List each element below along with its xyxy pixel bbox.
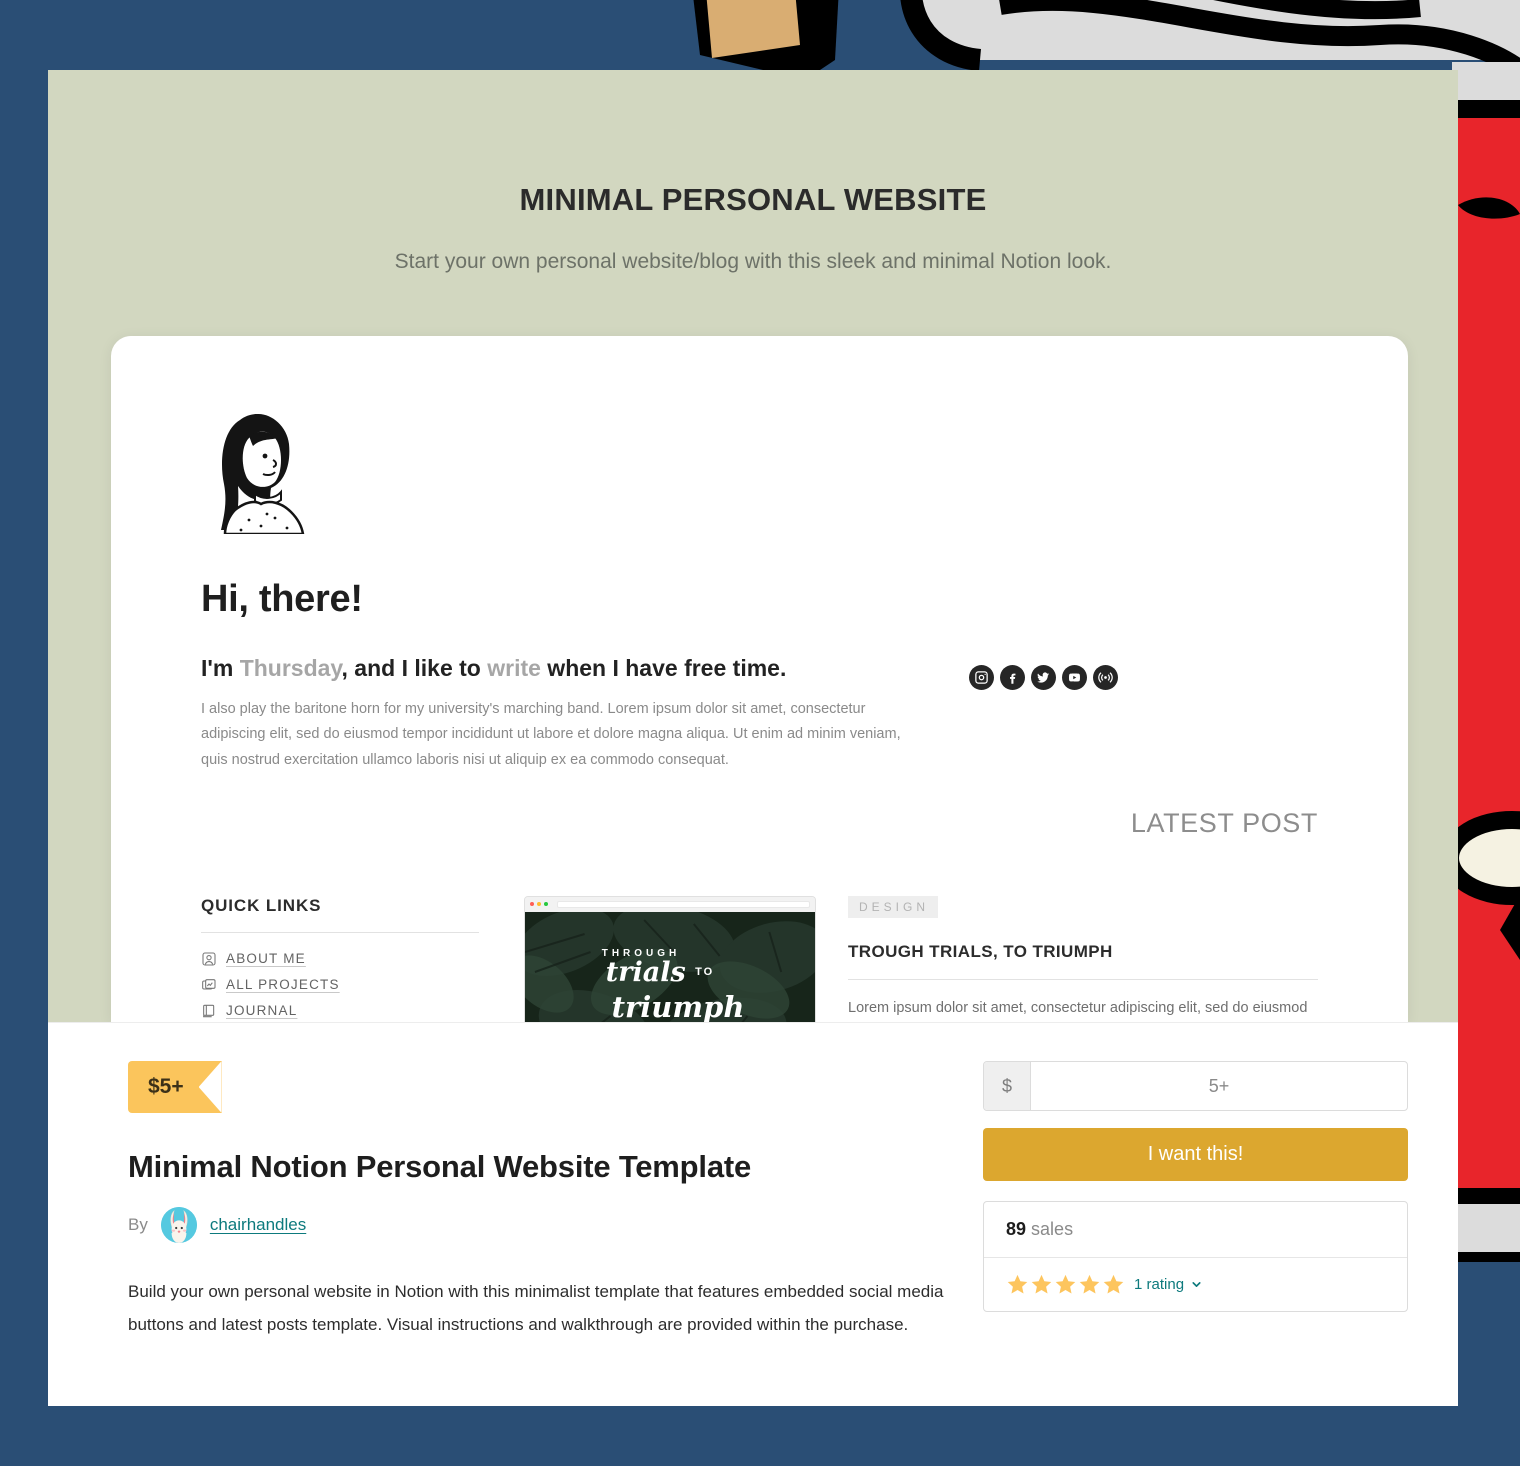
product-details: $5+ Minimal Notion Personal Website Temp…: [78, 1061, 953, 1406]
rating-count-label: 1 rating: [1134, 1276, 1185, 1293]
star-icon: [1055, 1274, 1076, 1294]
quick-links-section: QUICK LINKS ABOUT ME ALL PROJECTS JOURNA…: [201, 896, 479, 1022]
post-thumbnail[interactable]: THROUGH trials TO triumph: [524, 895, 816, 1022]
youtube-icon[interactable]: [1062, 665, 1087, 690]
person-photo-icon: [202, 952, 216, 966]
sales-count: 89: [1006, 1219, 1027, 1239]
quick-link-about-me[interactable]: ABOUT ME: [201, 951, 479, 967]
price-input-group[interactable]: $ 5+: [983, 1061, 1408, 1111]
stats-box: 89 sales 1 rating: [983, 1201, 1408, 1312]
post-category-badge: DESIGN: [848, 895, 939, 918]
product-description: Build your own personal website in Notio…: [128, 1282, 944, 1335]
cover-title: MINIMAL PERSONAL WEBSITE: [519, 182, 987, 217]
window-dot-minimize: [537, 902, 541, 907]
star-icon: [1031, 1274, 1052, 1294]
rating-row[interactable]: 1 rating: [984, 1258, 1407, 1311]
twitter-icon[interactable]: [1031, 665, 1056, 690]
post-thumbnail-column: THROUGH trials TO triumph: [524, 895, 816, 1022]
cover-area: MINIMAL PERSONAL WEBSITE Start your own …: [48, 70, 1458, 1022]
illustrated-woman-portrait-icon: [221, 413, 305, 534]
preview-greeting: Hi, there!: [201, 578, 363, 620]
preview-body-copy: I also play the baritone horn for my uni…: [201, 700, 901, 769]
quick-link-all-projects[interactable]: ALL PROJECTS: [201, 977, 479, 993]
purchase-panel: $ 5+ I want this! 89 sales 1 rating: [983, 1061, 1408, 1406]
latest-post-section: DESIGN TROUGH TRIALS, TO TRIUMPH Lorem i…: [848, 895, 1318, 1022]
thumbnail-hero-image: THROUGH trials TO triumph: [525, 911, 815, 1022]
post-title: TROUGH TRIALS, TO TRIUMPH: [848, 941, 1113, 961]
product-info-area: $5+ Minimal Notion Personal Website Temp…: [48, 1022, 1458, 1406]
tagline-part1: I'm: [201, 655, 240, 681]
rabbit-avatar-icon: [160, 1207, 197, 1243]
i-want-this-button[interactable]: I want this!: [983, 1128, 1408, 1181]
star-icon: [1103, 1274, 1124, 1294]
facebook-icon[interactable]: [1000, 665, 1025, 690]
price-input[interactable]: 5+: [1031, 1062, 1407, 1110]
tagline-verb: write: [487, 655, 541, 681]
thumbnail-url-bar: [557, 900, 810, 908]
price-badge: $5+: [128, 1061, 222, 1113]
sales-label: sales: [1031, 1219, 1074, 1239]
product-card: MINIMAL PERSONAL WEBSITE Start your own …: [48, 70, 1458, 1406]
template-preview: Hi, there! I'm Thursday, and I like to w…: [111, 336, 1408, 1022]
instagram-icon[interactable]: [969, 665, 994, 690]
author-link[interactable]: chairhandles: [210, 1215, 306, 1235]
chevron-down-icon: [1192, 1282, 1201, 1287]
star-icon: [1007, 1274, 1028, 1294]
star-icon: [1079, 1274, 1100, 1294]
window-dot-close: [530, 902, 534, 907]
folder-chart-icon: [202, 979, 216, 990]
rating-link[interactable]: 1 rating: [1134, 1276, 1203, 1293]
author-row: By chairhandles: [128, 1207, 953, 1243]
thumbnail-browser-bar: [525, 896, 815, 912]
book-icon: [203, 1004, 215, 1018]
quick-link-journal[interactable]: JOURNAL: [201, 1003, 479, 1019]
tropical-leaves-art: [525, 911, 815, 1022]
currency-symbol: $: [984, 1062, 1031, 1110]
quick-link-label: JOURNAL: [226, 1003, 298, 1019]
post-divider: [848, 978, 1318, 980]
window-dot-maximize: [544, 902, 548, 907]
product-title: Minimal Notion Personal Website Template: [128, 1149, 752, 1184]
by-label: By: [128, 1215, 148, 1234]
social-links: [969, 665, 1118, 690]
rss-broadcast-icon[interactable]: [1093, 665, 1118, 690]
cover-subtitle: Start your own personal website/blog wit…: [394, 250, 1112, 273]
preview-tagline: I'm Thursday, and I like to write when I…: [201, 655, 931, 683]
quick-links-divider: [201, 931, 479, 933]
quick-link-label: ABOUT ME: [226, 951, 306, 967]
quick-link-label: ALL PROJECTS: [226, 977, 340, 993]
rating-stars: [1006, 1273, 1125, 1296]
sales-count-row: 89 sales: [984, 1202, 1407, 1258]
post-excerpt: Lorem ipsum dolor sit amet, consectetur …: [848, 999, 1308, 1016]
tagline-part3: when I have free time.: [540, 655, 787, 681]
tagline-name: Thursday: [239, 655, 342, 681]
tagline-part2: , and I like to: [341, 655, 488, 681]
latest-post-heading: LATEST POST: [1130, 808, 1318, 838]
quick-links-heading: QUICK LINKS: [201, 895, 322, 915]
